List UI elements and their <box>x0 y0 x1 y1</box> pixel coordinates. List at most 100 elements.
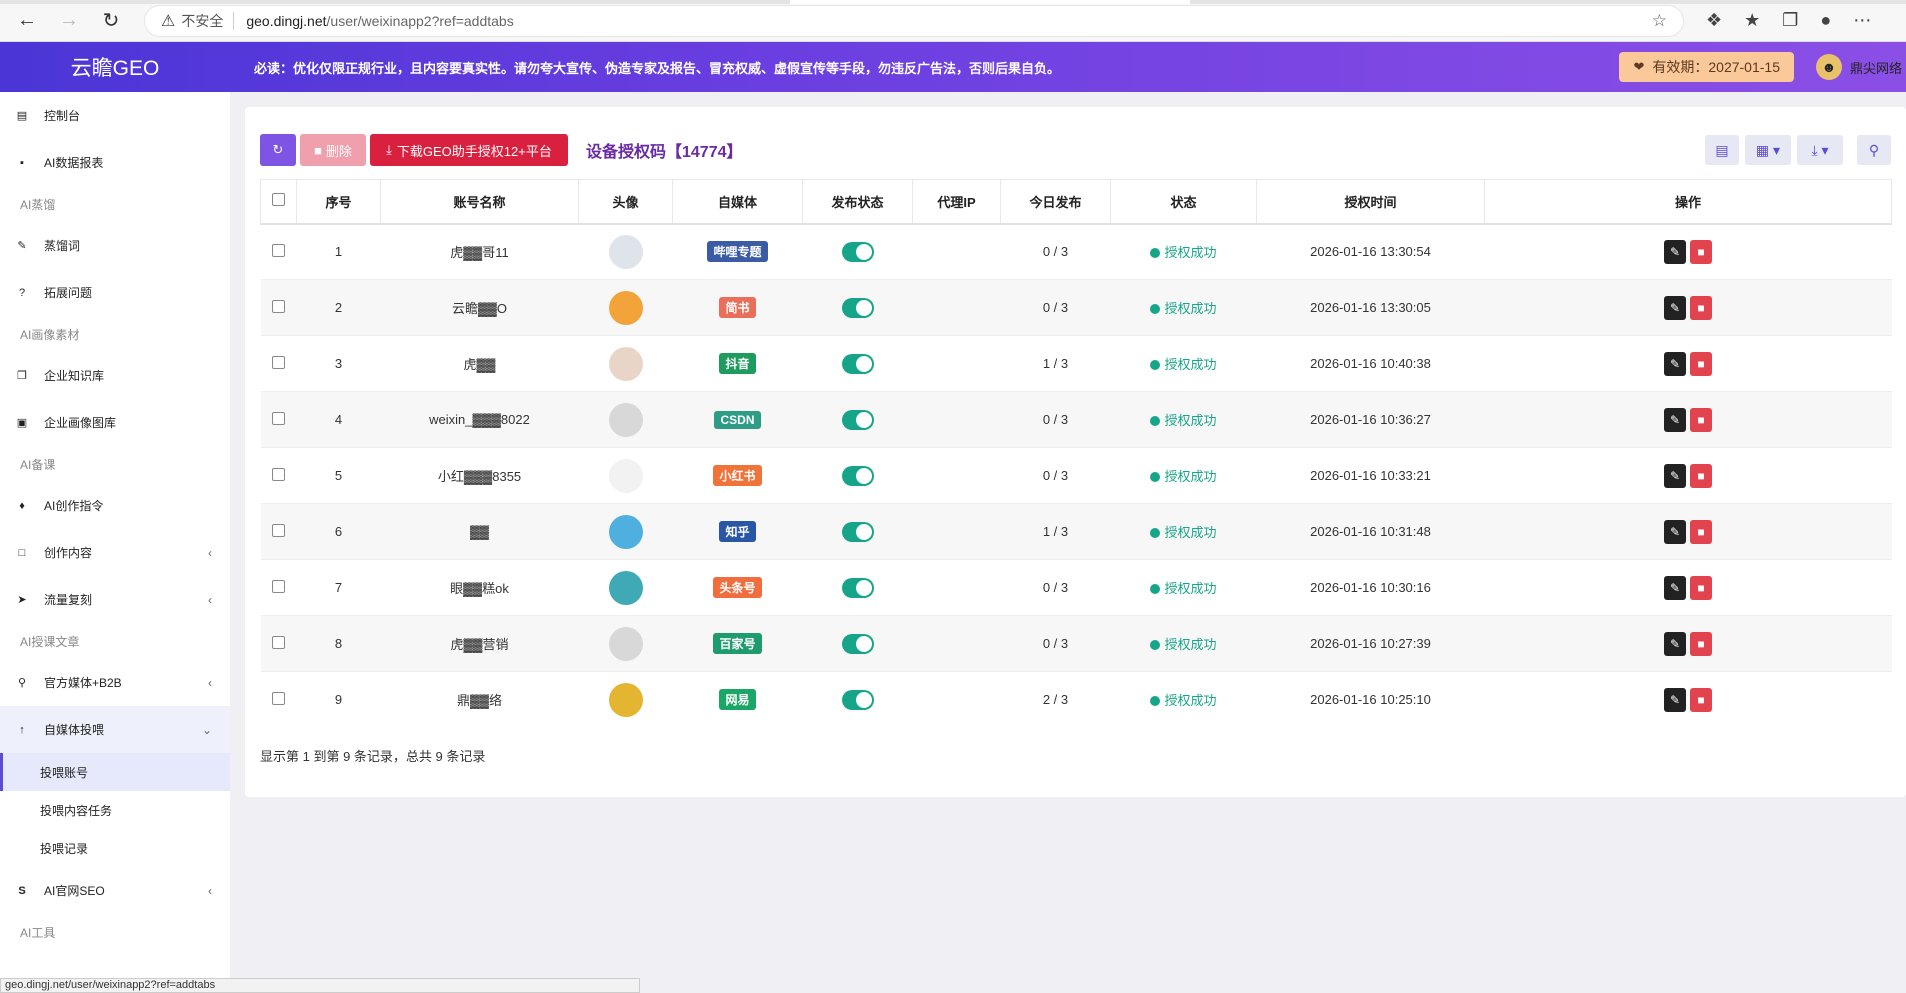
publish-toggle[interactable] <box>841 521 874 542</box>
delete-row-button[interactable]: ■ <box>1690 519 1712 544</box>
auth-time: 2026-01-16 10:40:38 <box>1256 335 1485 392</box>
today-publish: 0 / 3 <box>1000 279 1111 336</box>
edit-button[interactable]: ✎ <box>1664 687 1686 712</box>
row-checkbox[interactable] <box>272 299 285 313</box>
edit-button[interactable]: ✎ <box>1664 295 1686 320</box>
sidebar-item-traffic-copy[interactable]: ➤ 流量复刻 ‹ <box>0 576 230 623</box>
sidebar-item-dashboard[interactable]: ▤ 控制台 <box>0 92 230 139</box>
active-tab[interactable] <box>790 0 1190 4</box>
sidebar-group-prepare: AI备课 <box>20 457 56 472</box>
row-checkbox[interactable] <box>272 411 285 425</box>
sidebar-item-distill-words[interactable]: ✎ 蒸馏词 <box>0 222 230 269</box>
publish-toggle[interactable] <box>841 353 874 374</box>
address-bar[interactable]: ⚠ 不安全 geo.dingj.net/user/weixinapp2?ref=… <box>144 4 1684 37</box>
table-row[interactable]: 6 ▓▓ 知乎 1 / 3 授权成功 2026-01-16 10:31:48 ✎ ■ <box>260 503 1892 560</box>
edit-button[interactable]: ✎ <box>1664 519 1686 544</box>
publish-toggle[interactable] <box>841 689 874 710</box>
more-icon[interactable]: ⋯ <box>1853 10 1871 31</box>
expiry-badge[interactable]: ❤ 有效期：2027-01-15 <box>1619 52 1794 82</box>
forward-icon[interactable]: → <box>52 4 86 38</box>
toggle-view-button[interactable]: ▤ <box>1705 135 1739 165</box>
sidebar-item-image-library[interactable]: ▣ 企业画像图库 <box>0 399 230 446</box>
collections-icon[interactable]: ❐ <box>1782 10 1798 31</box>
table-row[interactable]: 9 鼎▓▓络 网易 2 / 3 授权成功 2026-01-16 10:25:10 ✎ ■ <box>260 671 1892 728</box>
profile-icon[interactable]: ● <box>1820 10 1831 31</box>
delete-row-button[interactable]: ■ <box>1690 407 1712 432</box>
favorite-star-icon[interactable]: ☆ <box>1652 11 1667 31</box>
status-bar-url: geo.dingj.net/user/weixinapp2?ref=addtab… <box>0 978 640 993</box>
row-checkbox[interactable] <box>272 243 285 257</box>
row-checkbox[interactable] <box>272 635 285 649</box>
sidebar-sub-accounts[interactable]: 投喂账号 <box>0 753 230 791</box>
download-button[interactable]: ⤓ 下载GEO助手授权12+平台 <box>370 134 568 166</box>
row-checkbox[interactable] <box>272 579 285 593</box>
refresh-button[interactable]: ↻ <box>260 134 296 166</box>
table-row[interactable]: 5 小红▓▓▓8355 小红书 0 / 3 授权成功 2026-01-16 10:33:2… <box>260 447 1892 504</box>
media-cell: 简书 <box>672 279 803 336</box>
reload-icon[interactable]: ↻ <box>94 4 128 38</box>
favorites-icon[interactable]: ★ <box>1744 10 1760 31</box>
sidebar-sub-tasks[interactable]: 投喂内容任务 <box>0 791 230 829</box>
table-row[interactable]: 3 虎▓▓ 抖音 1 / 3 授权成功 2026-01-16 10:40:38 ✎ ■ <box>260 335 1892 392</box>
columns-button[interactable]: ▦ ▾ <box>1745 135 1791 165</box>
insecure-label[interactable]: 不安全 <box>181 11 223 31</box>
user-menu[interactable]: ☻ 鼎尖网络 <box>1816 54 1906 80</box>
auth-time: 2026-01-16 10:27:39 <box>1256 615 1485 672</box>
edit-button[interactable]: ✎ <box>1664 463 1686 488</box>
sidebar-item-ai-seo[interactable]: S AI官网SEO ‹ <box>0 867 230 914</box>
edit-button[interactable]: ✎ <box>1664 407 1686 432</box>
publish-toggle[interactable] <box>841 297 874 318</box>
publish-toggle[interactable] <box>841 241 874 262</box>
delete-row-button[interactable]: ■ <box>1690 575 1712 600</box>
delete-row-button[interactable]: ■ <box>1690 463 1712 488</box>
proxy-ip <box>912 615 1001 672</box>
delete-button[interactable]: ■ 删除 <box>300 134 366 166</box>
publish-toggle[interactable] <box>841 409 874 430</box>
sidebar-item-official-media[interactable]: ⚲ 官方媒体+B2B ‹ <box>0 659 230 706</box>
edit-button[interactable]: ✎ <box>1664 575 1686 600</box>
delete-row-button[interactable]: ■ <box>1690 687 1712 712</box>
actions-cell: ✎ ■ <box>1484 671 1892 728</box>
table-row[interactable]: 8 虎▓▓营销 百家号 0 / 3 授权成功 2026-01-16 10:27:39 ✎ ■ <box>260 615 1892 672</box>
select-all-checkbox[interactable] <box>272 193 285 207</box>
publish-toggle[interactable] <box>841 465 874 486</box>
sidebar-item-ai-report[interactable]: ▪ AI数据报表 <box>0 139 230 186</box>
sidebar-item-ai-commands[interactable]: ♦ AI创作指令 <box>0 482 230 529</box>
delete-row-button[interactable]: ■ <box>1690 631 1712 656</box>
edit-button[interactable]: ✎ <box>1664 239 1686 264</box>
avatar <box>608 570 643 605</box>
trash-icon: ■ <box>1697 636 1705 651</box>
export-button[interactable]: ⤓ ▾ <box>1797 135 1843 165</box>
delete-row-button[interactable]: ■ <box>1690 351 1712 376</box>
sidebar-sub-records[interactable]: 投喂记录 <box>0 829 230 867</box>
row-checkbox[interactable] <box>272 467 285 481</box>
row-checkbox[interactable] <box>272 355 285 369</box>
search-button[interactable]: ⚲ <box>1857 135 1891 165</box>
edit-button[interactable]: ✎ <box>1664 351 1686 376</box>
status-badge: 授权成功 <box>1150 301 1217 316</box>
edit-button[interactable]: ✎ <box>1664 631 1686 656</box>
sidebar-item-create-content[interactable]: □ 创作内容 ‹ <box>0 529 230 576</box>
publish-toggle[interactable] <box>841 577 874 598</box>
extensions-icon[interactable]: ❖ <box>1706 10 1722 31</box>
avatar <box>608 402 643 437</box>
sidebar-item-self-media[interactable]: ↑ 自媒体投喂 ⌄ <box>0 706 230 753</box>
column-header[interactable]: 序号 <box>296 179 381 225</box>
sidebar-item-knowledge-base[interactable]: ❐ 企业知识库 <box>0 352 230 399</box>
table-row[interactable]: 4 weixin_▓▓▓8022 CSDN 0 / 3 授权成功 2026-01-16 1… <box>260 391 1892 448</box>
warning-icon[interactable]: ⚠ <box>161 11 175 31</box>
sidebar-item-expand-questions[interactable]: ? 拓展问题 <box>0 269 230 316</box>
publish-status-cell <box>802 335 913 392</box>
avatar-cell <box>578 335 673 392</box>
table-row[interactable]: 2 云瞻▓▓O 简书 0 / 3 授权成功 2026-01-16 13:30:05 ✎ ■ <box>260 279 1892 336</box>
row-checkbox[interactable] <box>272 523 285 537</box>
table-row[interactable]: 1 虎▓▓哥11 哔哩专题 0 / 3 授权成功 2026-01-16 13:30:54 ✎… <box>260 223 1892 280</box>
column-header[interactable]: 授权时间 <box>1256 179 1485 225</box>
delete-row-button[interactable]: ■ <box>1690 295 1712 320</box>
table-row[interactable]: 7 眼▓▓糕ok 头条号 0 / 3 授权成功 2026-01-16 10:30:16 ✎ ■ <box>260 559 1892 616</box>
publish-toggle[interactable] <box>841 633 874 654</box>
brand-logo[interactable]: 云瞻GEO <box>0 52 230 82</box>
back-icon[interactable]: ← <box>10 4 44 38</box>
row-checkbox[interactable] <box>272 691 285 705</box>
delete-row-button[interactable]: ■ <box>1690 239 1712 264</box>
